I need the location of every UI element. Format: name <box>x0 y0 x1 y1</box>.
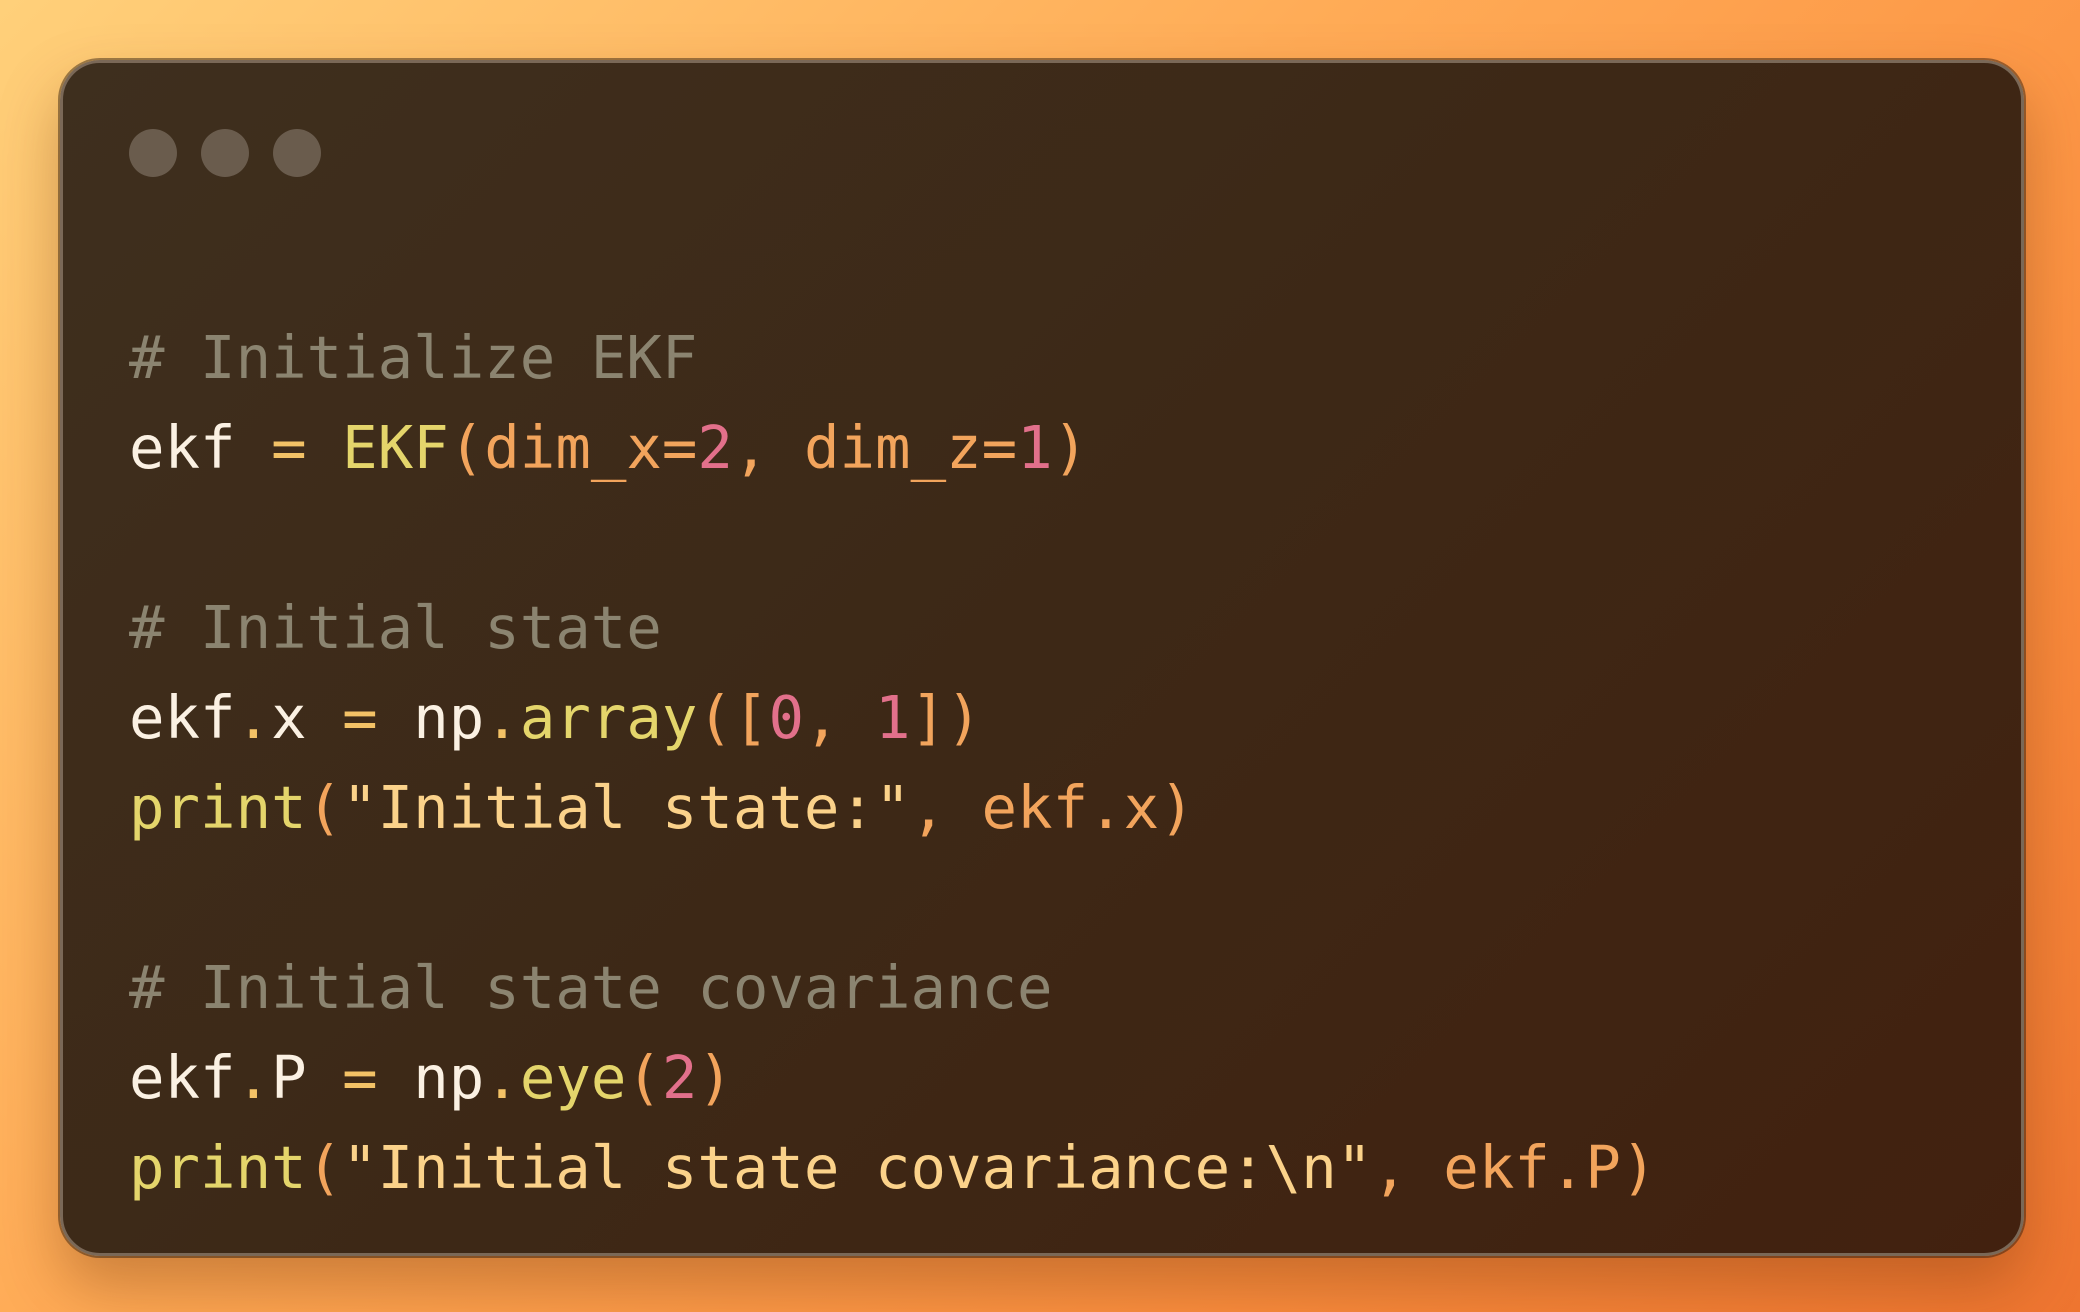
code-token-fn: print <box>129 773 307 842</box>
code-token-par: ]) <box>910 683 982 752</box>
code-token-var: ekf <box>129 1043 236 1112</box>
code-token-par: , <box>804 683 876 752</box>
code-token-par: ekf <box>981 773 1089 842</box>
code-token-fn: EKF <box>342 413 449 482</box>
code-window: # Initialize EKF ekf = EKF(dim_x=2, dim_z… <box>60 60 2024 1256</box>
code-token-op: . <box>235 683 272 752</box>
code-token-com: # Initial state covariance <box>129 953 1053 1022</box>
code-line-blank: ​ <box>129 493 1656 583</box>
code-token-par: . <box>1549 1133 1586 1202</box>
code-token-par: , <box>1372 1133 1444 1202</box>
code-token-fn: array <box>519 683 698 752</box>
code-line: print("Initial state:", ekf.x) <box>129 763 1656 853</box>
code-token-par: . <box>1088 773 1124 842</box>
code-token-par: ) <box>1159 773 1195 842</box>
code-token-op: = <box>342 1043 378 1112</box>
code-token-var <box>307 683 343 752</box>
code-token-var: ekf <box>129 683 236 752</box>
code-token-var: np <box>413 1043 485 1112</box>
code-line-blank: ​ <box>129 853 1656 943</box>
code-token-var <box>307 1043 343 1112</box>
code-token-op: . <box>484 683 520 752</box>
code-token-par: = <box>981 413 1018 482</box>
code-token-var <box>307 413 343 482</box>
code-token-par: ) <box>1052 413 1089 482</box>
code-token-num: 2 <box>697 413 733 482</box>
code-token-par: ([ <box>697 683 769 752</box>
code-token-str: "Initial state:" <box>342 773 911 842</box>
code-token-com: # Initialize EKF <box>129 323 698 392</box>
code-token-par: ) <box>697 1043 733 1112</box>
code-line: # Initial state covariance <box>129 943 1656 1033</box>
code-token-fn: print <box>129 1133 307 1202</box>
code-line: # Initial state <box>129 583 1656 673</box>
code-token-op: = <box>342 683 378 752</box>
code-token-op: . <box>235 1043 272 1112</box>
code-token-num: 1 <box>1017 413 1053 482</box>
code-token-par: = <box>661 413 698 482</box>
code-line: ekf.x = np.array([0, 1]) <box>129 673 1656 763</box>
code-token-num: 2 <box>661 1043 698 1112</box>
code-token-par: ( <box>448 413 485 482</box>
code-token-var: x <box>271 683 307 752</box>
window-control-dot-2 <box>201 129 249 177</box>
code-token-par: ekf <box>1443 1133 1550 1202</box>
window-control-dot-3 <box>273 129 321 177</box>
code-token-par: dim_x <box>484 413 662 482</box>
code-token-par: ( <box>626 1043 662 1112</box>
code-token-par: , <box>910 773 982 842</box>
code-line: ekf = EKF(dim_x=2, dim_z=1) <box>129 403 1656 493</box>
code-token-par: dim_z <box>804 413 982 482</box>
code-token-num: 1 <box>875 683 911 752</box>
code-token-var <box>378 683 414 752</box>
code-token-var: P <box>271 1043 307 1112</box>
code-token-op: = <box>271 413 307 482</box>
code-token-num: 0 <box>768 683 804 752</box>
code-line: print("Initial state covariance:\n", ekf… <box>129 1123 1656 1213</box>
code-token-par: ( <box>306 773 343 842</box>
code-token-var: np <box>413 683 485 752</box>
code-token-par: , <box>732 413 804 482</box>
code-token-par: P <box>1585 1133 1621 1202</box>
code-token-par: ( <box>306 1133 343 1202</box>
code-block: # Initialize EKF ekf = EKF(dim_x=2, dim_z… <box>129 313 1656 1213</box>
code-token-par: ) <box>1620 1133 1657 1202</box>
code-token-fn: eye <box>519 1043 627 1112</box>
code-token-op: . <box>484 1043 520 1112</box>
window-controls <box>129 129 321 177</box>
code-token-var <box>378 1043 414 1112</box>
code-line: # Initialize EKF <box>129 313 1656 403</box>
code-token-var: ekf <box>129 413 236 482</box>
window-control-dot-1 <box>129 129 177 177</box>
code-token-str: "Initial state covariance:\n" <box>342 1133 1373 1202</box>
code-token-var <box>236 413 272 482</box>
code-line: ekf.P = np.eye(2) <box>129 1033 1656 1123</box>
code-token-com: # Initial state <box>129 593 662 662</box>
code-token-par: x <box>1123 773 1160 842</box>
